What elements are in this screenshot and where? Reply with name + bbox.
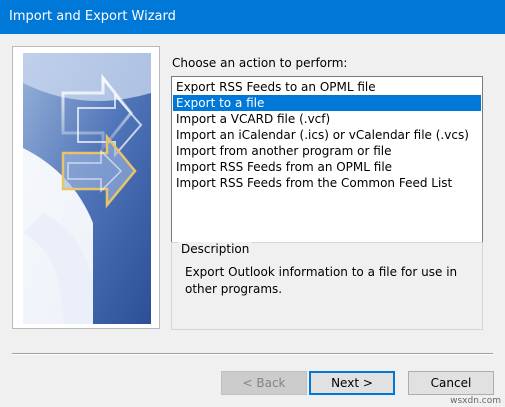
action-item-export-rss-opml[interactable]: Export RSS Feeds to an OPML file bbox=[173, 79, 481, 95]
wizard-arrows-art-icon bbox=[23, 53, 151, 324]
dialog-client-area: Choose an action to perform: Export RSS … bbox=[0, 34, 505, 407]
description-text: Export Outlook information to a file for… bbox=[185, 265, 458, 296]
window-title: Import and Export Wizard bbox=[9, 9, 176, 24]
next-button[interactable]: Next > bbox=[309, 371, 395, 395]
action-item-import-another-program[interactable]: Import from another program or file bbox=[173, 143, 481, 159]
action-item-import-rss-opml[interactable]: Import RSS Feeds from an OPML file bbox=[173, 159, 481, 175]
action-listbox[interactable]: Export RSS Feeds to an OPML file Export … bbox=[171, 76, 483, 264]
watermark: wsxdn.com bbox=[450, 396, 501, 406]
description-group: Description Export Outlook information t… bbox=[171, 242, 483, 330]
action-item-import-icalendar[interactable]: Import an iCalendar (.ics) or vCalendar … bbox=[173, 127, 481, 143]
action-item-import-vcard[interactable]: Import a VCARD file (.vcf) bbox=[173, 111, 481, 127]
back-button[interactable]: < Back bbox=[221, 371, 307, 395]
title-bar[interactable]: Import and Export Wizard bbox=[0, 0, 505, 34]
description-legend: Description bbox=[178, 242, 253, 256]
action-item-import-rss-common-feed[interactable]: Import RSS Feeds from the Common Feed Li… bbox=[173, 175, 481, 191]
action-item-export-to-file[interactable]: Export to a file bbox=[173, 95, 481, 111]
action-prompt-label: Choose an action to perform: bbox=[172, 56, 348, 70]
wizard-art bbox=[12, 46, 160, 329]
button-separator bbox=[12, 353, 493, 355]
cancel-button[interactable]: Cancel bbox=[408, 371, 494, 395]
